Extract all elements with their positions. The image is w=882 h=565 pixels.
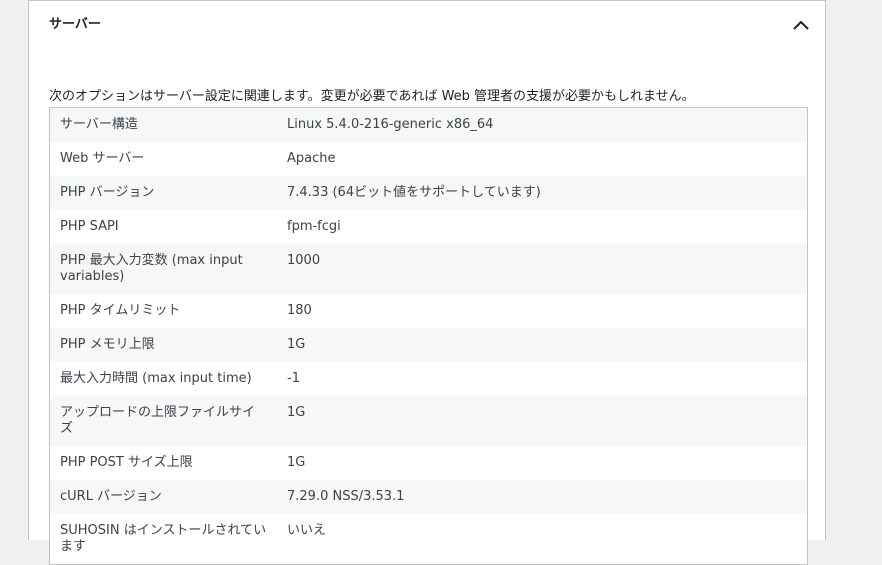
table-row: PHP タイムリミット 180	[49, 294, 808, 328]
row-label: PHP タイムリミット	[60, 303, 181, 318]
row-value: 7.4.33 (64ビット値をサポートしています)	[287, 185, 541, 200]
server-info-panel: サーバー 次のオプションはサーバー設定に関連します。変更が必要であれば Web …	[28, 0, 826, 565]
row-value: fpm-fcgi	[287, 219, 341, 234]
row-label: アップロードの上限ファイルサイズ	[60, 405, 256, 436]
table-row: PHP POST サイズ上限 1G	[49, 446, 808, 480]
row-label: Web サーバー	[60, 151, 145, 166]
server-info-table: サーバー構造 Linux 5.4.0-216-generic x86_64 We…	[49, 107, 808, 565]
panel-title: サーバー	[49, 17, 101, 32]
table-row: Web サーバー Apache	[49, 142, 808, 176]
table-row: cURL バージョン 7.29.0 NSS/3.53.1	[49, 480, 808, 514]
row-label: 最大入力時間 (max input time)	[60, 371, 252, 386]
row-label: PHP 最大入力変数 (max input variables)	[60, 253, 243, 284]
panel-header[interactable]: サーバー	[29, 1, 825, 49]
table-row: PHP 最大入力変数 (max input variables) 1000	[49, 244, 808, 294]
table-row: SUHOSIN はインストールされています いいえ	[49, 514, 808, 565]
row-value: Apache	[287, 151, 336, 166]
row-label: サーバー構造	[60, 117, 138, 132]
row-label: SUHOSIN はインストールされています	[60, 523, 267, 554]
table-row: 最大入力時間 (max input time) -1	[49, 362, 808, 396]
table-row: アップロードの上限ファイルサイズ 1G	[49, 396, 808, 446]
row-value: 7.29.0 NSS/3.53.1	[287, 489, 405, 504]
table-row: PHP バージョン 7.4.33 (64ビット値をサポートしています)	[49, 176, 808, 210]
collapse-toggle-button[interactable]	[791, 15, 811, 35]
row-value: 1G	[287, 337, 306, 352]
table-row: PHP メモリ上限 1G	[49, 328, 808, 362]
row-value: 180	[287, 303, 312, 318]
row-value: -1	[287, 371, 300, 386]
row-value: 1G	[287, 455, 306, 470]
table-row: サーバー構造 Linux 5.4.0-216-generic x86_64	[49, 107, 808, 142]
row-label: PHP バージョン	[60, 185, 155, 200]
row-label: PHP メモリ上限	[60, 337, 155, 352]
row-label: cURL バージョン	[60, 489, 162, 504]
row-value: 1G	[287, 405, 306, 420]
section-description: 次のオプションはサーバー設定に関連します。変更が必要であれば Web 管理者の支…	[49, 89, 695, 104]
row-value: Linux 5.4.0-216-generic x86_64	[287, 117, 494, 132]
table-row: PHP SAPI fpm-fcgi	[49, 210, 808, 244]
row-label: PHP POST サイズ上限	[60, 455, 193, 470]
row-value: 1000	[287, 253, 321, 268]
row-value: いいえ	[287, 523, 327, 538]
row-label: PHP SAPI	[60, 219, 119, 234]
chevron-up-icon	[793, 20, 809, 30]
